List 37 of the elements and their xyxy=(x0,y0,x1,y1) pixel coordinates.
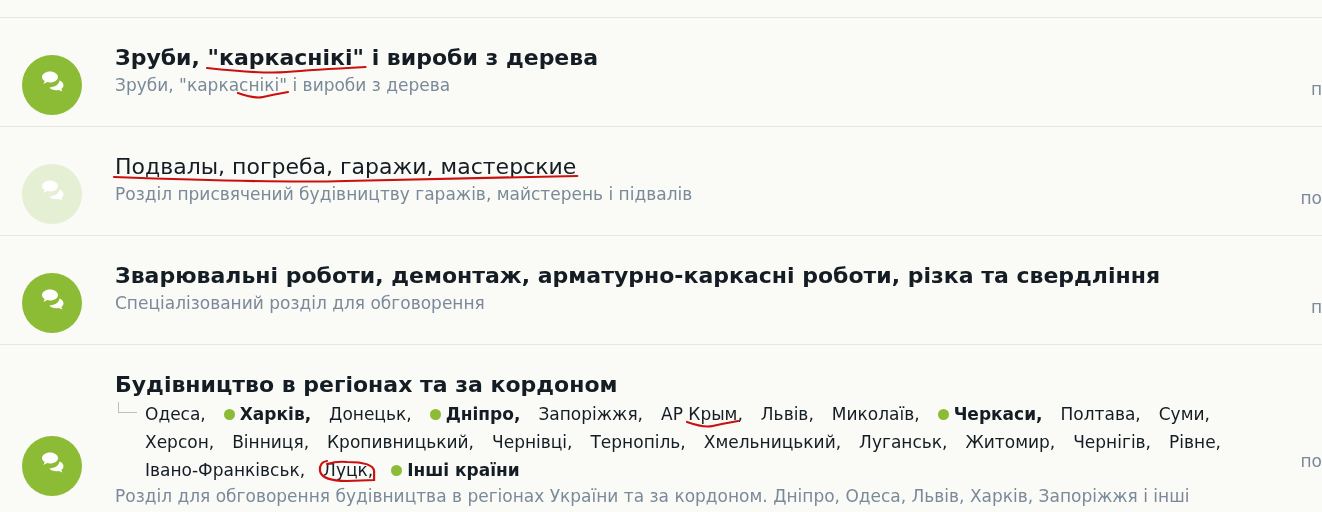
subforum-link[interactable]: АР Крым, xyxy=(661,400,743,428)
subforum-link[interactable]: Львів, xyxy=(760,400,814,428)
subforum-link[interactable]: Хмельницький, xyxy=(703,428,842,456)
subforum-link[interactable]: Луцк, xyxy=(323,456,374,484)
subforum-link[interactable]: Одеса, xyxy=(145,400,206,428)
subforum-link[interactable]: Рівне, xyxy=(1169,428,1221,456)
subforum-link[interactable]: Кропивницький, xyxy=(327,428,474,456)
subforum-link[interactable]: Черкаси, xyxy=(937,400,1043,428)
subforum-link[interactable]: Івано-Франківськ, xyxy=(145,456,306,484)
last-post-text: по xyxy=(1300,450,1322,473)
last-post-text: по xyxy=(1300,186,1322,210)
subforum-link[interactable]: Запоріжжя, xyxy=(538,400,643,428)
subforum-link[interactable]: Дніпро, xyxy=(429,400,521,428)
forum-description: Розділ для обговорення будівництва в регіонах України та за кордоном. Дніпро, Одеса, Львів, Харків, Запоріжжя і інші xyxy=(115,486,1190,506)
last-post-text: п xyxy=(1310,77,1322,101)
subforum-link[interactable]: Миколаїв, xyxy=(831,400,920,428)
subforum-link[interactable]: Тернопіль, xyxy=(590,428,686,456)
forum-title-link[interactable]: Зруби, "каркаснікі" і вироби з дерева xyxy=(115,45,599,70)
subforum-link[interactable]: Чернівці, xyxy=(492,428,573,456)
subforum-link[interactable]: Вінниця, xyxy=(232,428,310,456)
forum-title-link[interactable]: Подвалы, погреба, гаражи, мастерские xyxy=(115,154,577,179)
forum-description: Зруби, "каркаснікі" і вироби з дерева xyxy=(115,75,451,95)
subforum-link[interactable]: Чернігів, xyxy=(1073,428,1152,456)
tree-connector-icon xyxy=(118,402,137,413)
subforum-link[interactable]: Суми, xyxy=(1158,400,1210,428)
forum-description: Спеціалізований розділ для обговорення xyxy=(115,293,485,313)
forum-title-link[interactable]: Зварювальні роботи, демонтаж, арматурно-каркасні роботи, різка та свердління xyxy=(115,263,1161,288)
subforum-link[interactable]: Інші країни xyxy=(391,456,520,484)
subforum-link[interactable]: Харків, xyxy=(223,400,312,428)
subforum-link[interactable]: Полтава, xyxy=(1060,400,1141,428)
last-post-text: п xyxy=(1310,295,1322,319)
subforum-link[interactable]: Житомир, xyxy=(965,428,1056,456)
subforum-link[interactable]: Херсон, xyxy=(145,428,215,456)
forum-title-link[interactable]: Будівництво в регіонах та за кордоном xyxy=(115,372,618,397)
subforum-link[interactable]: Луганськ, xyxy=(859,428,948,456)
forum-description: Розділ присвячений будівництву гаражів, майстерень і підвалів xyxy=(115,184,693,204)
subforum-link[interactable]: Донецьк, xyxy=(329,400,412,428)
